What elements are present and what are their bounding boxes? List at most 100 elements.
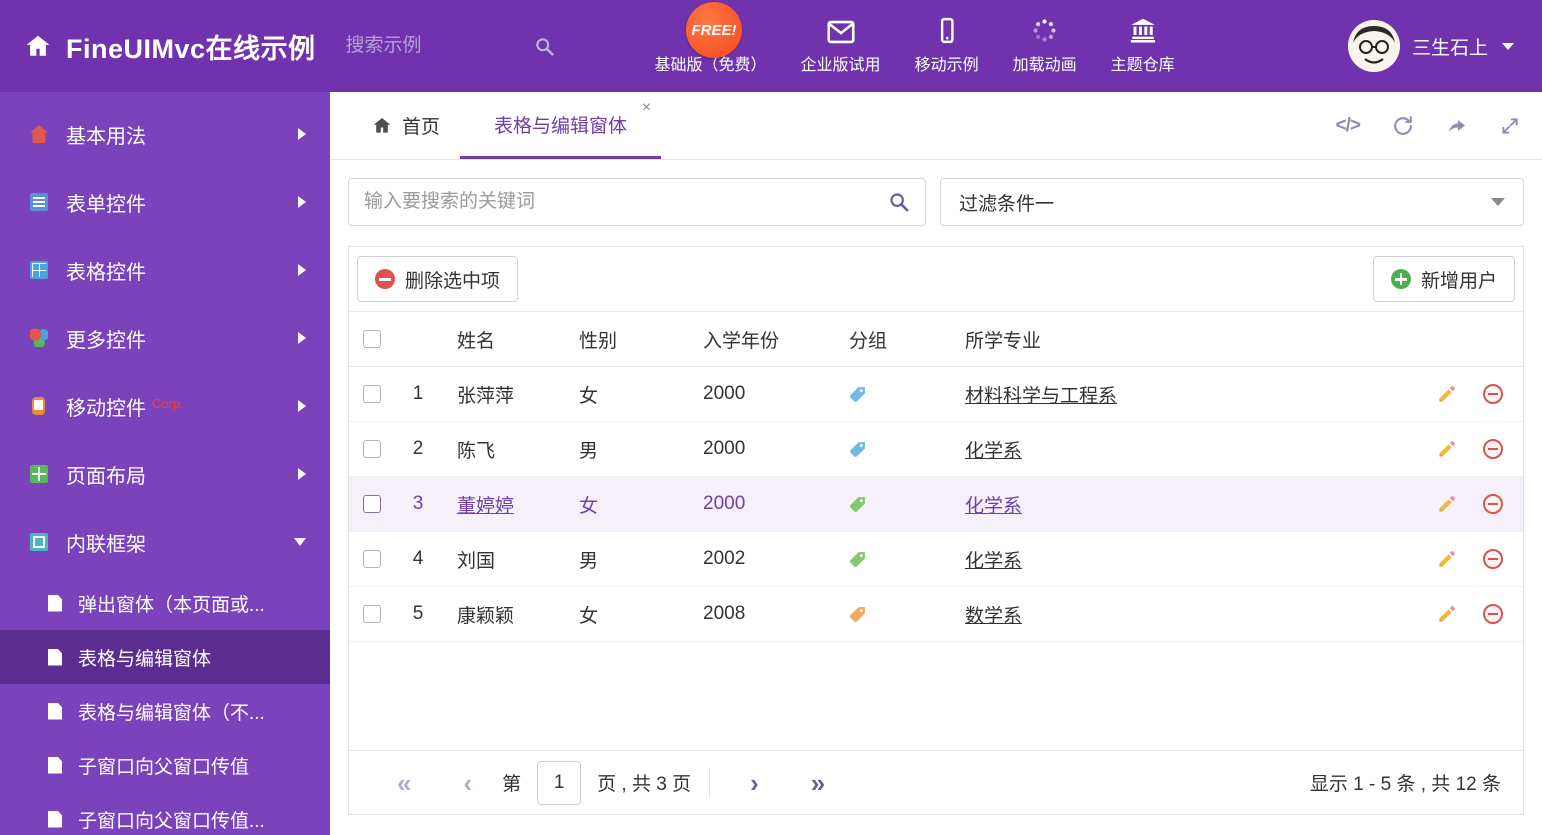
cell-gender: 女 <box>579 495 599 517</box>
record-summary: 显示 1 - 5 条 , 共 12 条 <box>1309 774 1501 795</box>
delete-selected-button[interactable]: 删除选中项 <box>357 256 519 302</box>
main-content: 首页 表格与编辑窗体 × </> 输入要搜索的关键词 过滤条件一 删除选中项 新… <box>330 92 1542 835</box>
delete-row-icon[interactable] <box>1483 384 1503 404</box>
major-link[interactable]: 化学系 <box>965 441 1022 462</box>
edit-icon[interactable] <box>1437 384 1457 404</box>
edit-icon[interactable] <box>1437 439 1457 459</box>
cell-name: 陈飞 <box>457 440 496 462</box>
sidebar-item-form-controls[interactable]: 表单控件 <box>0 168 330 236</box>
cell-name: 刘国 <box>457 550 496 572</box>
sidebar-item-page-layout[interactable]: 页面布局 <box>0 440 330 508</box>
table-row[interactable]: 1 张萍萍 女 2000 材料科学与工程系 <box>349 367 1523 422</box>
add-user-button[interactable]: 新增用户 <box>1372 256 1515 302</box>
sidebar-subitem-grid-edit-window-2[interactable]: 表格与编辑窗体（不... <box>0 684 330 738</box>
major-link[interactable]: 材料科学与工程系 <box>965 386 1117 407</box>
chevron-down-icon <box>1491 198 1505 206</box>
nav-theme-repo[interactable]: 主题仓库 <box>1111 17 1175 75</box>
table-row[interactable]: 5 康颖颖 女 2008 数学系 <box>349 587 1523 642</box>
table-row[interactable]: 3 董婷婷 女 2000 化学系 <box>349 477 1523 532</box>
sidebar-subitem-child-to-parent[interactable]: 子窗口向父窗口传值 <box>0 738 330 792</box>
nav-enterprise-trial[interactable]: 企业版试用 <box>801 17 881 75</box>
row-checkbox[interactable] <box>363 605 381 623</box>
sidebar-item-grid-controls[interactable]: 表格控件 <box>0 236 330 304</box>
sidebar-subitem-grid-edit-window[interactable]: 表格与编辑窗体 <box>0 630 330 684</box>
nav-label: 移动示例 <box>914 57 979 74</box>
home-icon <box>24 33 52 59</box>
major-link[interactable]: 化学系 <box>965 551 1022 572</box>
tab-home[interactable]: 首页 <box>352 92 460 159</box>
file-icon <box>48 810 62 828</box>
nav-loading-animations[interactable]: 加载动画 <box>1013 17 1077 75</box>
header-search-input[interactable] <box>345 35 496 57</box>
delete-row-icon[interactable] <box>1483 494 1503 514</box>
row-index: 1 <box>412 383 424 404</box>
cell-name: 康颖颖 <box>457 605 515 627</box>
row-checkbox[interactable] <box>363 440 381 458</box>
column-header-gender[interactable]: 性别 <box>563 326 687 353</box>
delete-row-icon[interactable] <box>1483 604 1503 624</box>
open-new-window-icon[interactable] <box>1446 115 1468 137</box>
edit-icon[interactable] <box>1437 549 1457 569</box>
refresh-icon[interactable] <box>1392 115 1414 137</box>
edit-icon[interactable] <box>1437 604 1457 624</box>
major-link[interactable]: 化学系 <box>965 496 1022 517</box>
last-page-icon[interactable]: » <box>801 770 835 796</box>
app-window: FineUIMvc在线示例 FREE! 基础版（免费） 企业版试用 <box>0 0 1542 835</box>
select-all-checkbox[interactable] <box>363 330 381 348</box>
sidebar-subitem-child-to-parent-2[interactable]: 子窗口向父窗口传值... <box>0 792 330 835</box>
major-link[interactable]: 数学系 <box>965 606 1022 627</box>
sidebar-subitem-popup-window[interactable]: 弹出窗体（本页面或... <box>0 576 330 630</box>
row-checkbox[interactable] <box>363 495 381 513</box>
page-prefix-label: 第 <box>502 774 522 795</box>
source-code-icon[interactable]: </> <box>1336 115 1362 137</box>
table-row[interactable]: 2 陈飞 男 2000 化学系 <box>349 422 1523 477</box>
fullscreen-icon[interactable] <box>1500 116 1520 136</box>
sidebar-item-more-controls[interactable]: 更多控件 <box>0 304 330 372</box>
delete-row-icon[interactable] <box>1483 439 1503 459</box>
row-checkbox[interactable] <box>363 385 381 403</box>
column-header-name[interactable]: 姓名 <box>441 326 563 353</box>
tab-grid-edit-window[interactable]: 表格与编辑窗体 × <box>460 92 662 159</box>
file-icon <box>48 756 62 774</box>
tag-icon <box>849 496 866 513</box>
cell-year: 2008 <box>703 603 746 624</box>
close-icon[interactable]: × <box>642 100 651 116</box>
tag-icon <box>849 551 866 568</box>
row-checkbox[interactable] <box>363 550 381 568</box>
row-index: 4 <box>412 548 424 569</box>
tag-icon <box>849 386 866 403</box>
cell-name: 董婷婷 <box>457 495 515 517</box>
username: 三生石上 <box>1411 37 1488 59</box>
search-icon[interactable] <box>888 191 910 213</box>
sidebar-item-mobile-controls[interactable]: 移动控件 Corp. <box>0 372 330 440</box>
file-icon <box>48 648 62 666</box>
corp-badge: Corp. <box>152 395 184 411</box>
brand[interactable]: FineUIMvc在线示例 <box>24 27 316 66</box>
keyword-search-input[interactable] <box>364 191 888 213</box>
filter-row: 过滤条件一 <box>330 160 1542 238</box>
tag-icon <box>849 441 866 458</box>
sidebar-item-iframe[interactable]: 内联框架 <box>0 508 330 576</box>
spinner-icon <box>1031 17 1058 44</box>
user-menu[interactable]: 三生石上 <box>1347 20 1514 72</box>
next-page-icon[interactable]: › <box>740 770 769 796</box>
filter-dropdown[interactable]: 过滤条件一 <box>940 178 1524 226</box>
nav-mobile-demo[interactable]: 移动示例 <box>915 17 979 75</box>
edit-icon[interactable] <box>1437 494 1457 514</box>
column-header-year[interactable]: 入学年份 <box>687 326 833 353</box>
table-row[interactable]: 4 刘国 男 2002 化学系 <box>349 532 1523 587</box>
chevron-right-icon <box>298 128 306 140</box>
search-icon[interactable] <box>534 36 555 57</box>
envelope-icon <box>827 17 855 44</box>
page-input[interactable] <box>537 760 582 805</box>
delete-row-icon[interactable] <box>1483 549 1503 569</box>
sidebar-item-basic-usage[interactable]: 基本用法 <box>0 100 330 168</box>
cell-gender: 男 <box>579 550 599 572</box>
form-icon <box>30 193 48 211</box>
table-header-row: 姓名 性别 入学年份 分组 所学专业 <box>349 311 1523 367</box>
first-page-icon[interactable]: « <box>387 770 421 796</box>
column-header-major[interactable]: 所学专业 <box>949 326 1405 353</box>
cell-year: 2000 <box>703 383 746 404</box>
column-header-group[interactable]: 分组 <box>833 326 949 353</box>
prev-page-icon[interactable]: ‹ <box>453 770 482 796</box>
